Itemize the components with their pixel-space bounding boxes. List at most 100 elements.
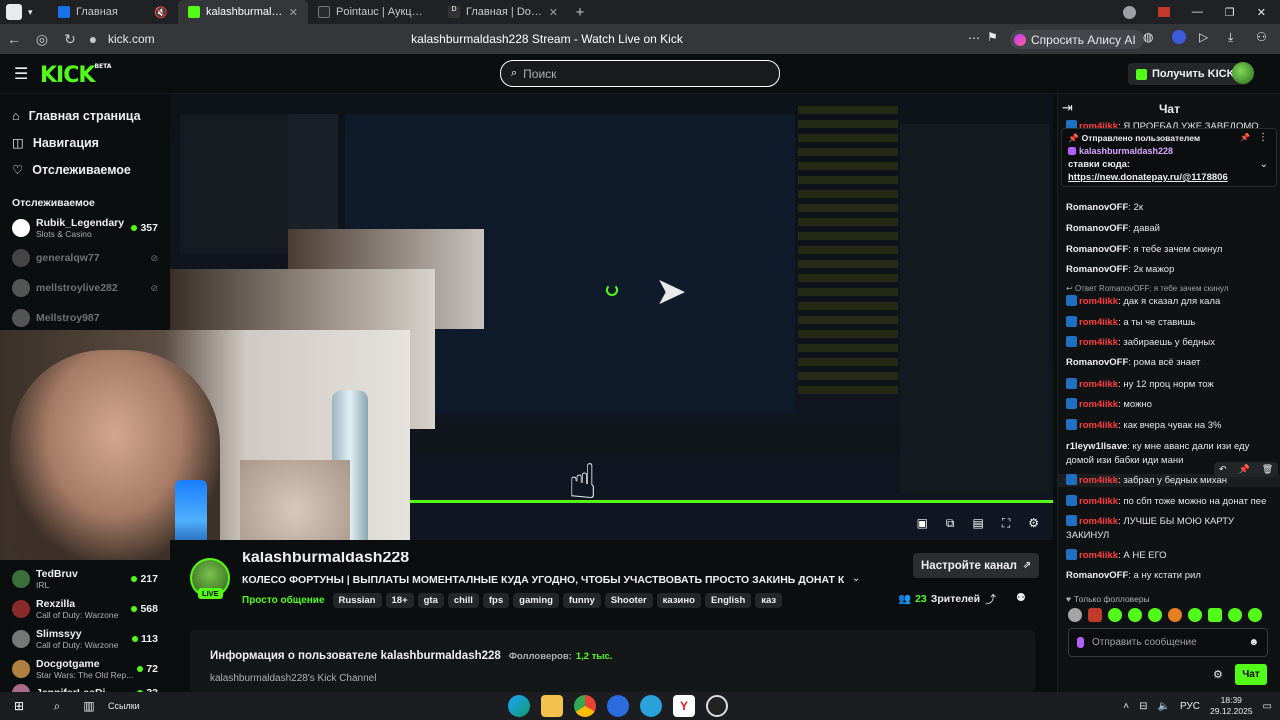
tag[interactable]: chill	[447, 593, 479, 608]
search-icon[interactable]: ⌕	[46, 695, 68, 717]
more-options-icon[interactable]: ⋮	[1258, 132, 1268, 143]
channel-name[interactable]: kalashburmaldash228	[242, 552, 409, 566]
more-icon[interactable]: ⋯	[968, 31, 980, 45]
emoji-icon[interactable]: ☻	[1248, 637, 1259, 648]
edge-icon[interactable]	[508, 695, 530, 717]
tag[interactable]: English	[704, 593, 752, 608]
browser-menu-button[interactable]: ▾	[0, 0, 48, 24]
chat-input[interactable]: Отправить сообщение ☻	[1068, 628, 1268, 657]
fullscreen-icon[interactable]: ⛶	[1002, 516, 1010, 531]
alice-button[interactable]: Спросить Алису AI	[1010, 30, 1144, 49]
telegram-icon[interactable]	[640, 695, 662, 717]
tag[interactable]: funny	[562, 593, 601, 608]
tag[interactable]: каз	[755, 593, 783, 608]
windows-start-icon[interactable]: ⊞	[8, 695, 30, 717]
pin-icon[interactable]: 📌	[1239, 464, 1250, 475]
unpin-icon[interactable]: 📌	[1240, 133, 1250, 142]
following-channel-rubik[interactable]: Rubik_Legendary Slots & Casino 357	[0, 213, 170, 243]
task-view-icon[interactable]: ▥	[78, 695, 100, 717]
sidebar-item-home[interactable]: ⌂ Главная страница	[0, 102, 170, 129]
pip-icon[interactable]: ⧉	[946, 516, 955, 531]
send-chat-button[interactable]: Чат	[1235, 664, 1267, 685]
emote-icon[interactable]	[1128, 608, 1142, 622]
profile-menu-icon[interactable]: ⚇	[1256, 30, 1267, 44]
tag[interactable]: Shooter	[604, 593, 653, 608]
following-channel-slimssyy[interactable]: Slimssyy Call of Duty: Warzone 113	[0, 624, 170, 654]
file-explorer-icon[interactable]	[541, 695, 563, 717]
close-tab-icon[interactable]: ✕	[289, 6, 298, 19]
media-icon[interactable]: ▷	[1199, 30, 1208, 44]
reply-icon[interactable]: ↶	[1219, 464, 1227, 475]
search-input[interactable]: Поиск	[523, 67, 556, 81]
mic-icon[interactable]	[1077, 637, 1084, 648]
sidebar-item-following[interactable]: ♡ Отслеживаемое	[0, 156, 170, 183]
setup-channel-button[interactable]: Настройте канал ⇗	[913, 553, 1040, 578]
network-icon[interactable]: ⊟	[1139, 701, 1147, 712]
yandex-browser-icon[interactable]: Y	[673, 695, 695, 717]
tab-pointauc[interactable]: Pointauc | Аукцион для ст	[308, 0, 438, 24]
links-toolbar[interactable]: Ссылки	[108, 701, 140, 711]
tag[interactable]: gaming	[513, 593, 559, 608]
theater-icon[interactable]: ▣	[917, 516, 928, 531]
new-tab-button[interactable]: +	[568, 4, 592, 21]
chat-settings-icon[interactable]: ⚙	[1213, 668, 1223, 681]
tab-kick-stream[interactable]: kalashburmaldash228 S ✕	[178, 0, 308, 24]
pinned-link[interactable]: https://new.donatepay.ru/@1178806	[1068, 172, 1228, 183]
emote-icon[interactable]	[1168, 608, 1182, 622]
bookmark-icon[interactable]: ⚑	[987, 30, 998, 44]
search-bar[interactable]: ⌕ Поиск	[500, 60, 780, 87]
emote-icon[interactable]	[1188, 608, 1202, 622]
tag[interactable]: Russian	[332, 593, 382, 608]
emote-icon[interactable]	[1148, 608, 1162, 622]
chrome-icon[interactable]	[574, 695, 596, 717]
settings-icon[interactable]: ⚙	[1028, 516, 1039, 531]
close-tab-icon[interactable]: ✕	[549, 6, 558, 19]
notifications-icon[interactable]	[1157, 7, 1170, 17]
sidebar-item-browse[interactable]: ◫ Навигация	[0, 129, 170, 156]
following-channel-tedbruv[interactable]: TedBruv IRL 217	[0, 564, 170, 594]
clock[interactable]: 18:39 29.12.2025	[1210, 695, 1253, 717]
minimize-icon[interactable]: —	[1192, 6, 1203, 18]
tag[interactable]: 18+	[385, 593, 414, 608]
emote-icon[interactable]	[1248, 608, 1262, 622]
obs-icon[interactable]	[706, 695, 728, 717]
emote-icon[interactable]	[1068, 608, 1082, 622]
downloads-icon[interactable]: ⤓	[1228, 30, 1233, 45]
following-channel-docgotgame[interactable]: Docgotgame Star Wars: The Old Rep... 72	[0, 654, 170, 684]
close-window-icon[interactable]: ✕	[1257, 6, 1266, 19]
tab-home[interactable]: Главная 🔇	[48, 0, 178, 24]
emote-icon[interactable]	[1208, 608, 1222, 622]
tray-chevron-icon[interactable]: ˄	[1123, 701, 1129, 712]
tab-donatepay[interactable]: D Главная | DonatePay ✕	[438, 0, 568, 24]
language-indicator[interactable]: РУС	[1180, 701, 1200, 712]
emote-icon[interactable]	[1108, 608, 1122, 622]
share-icon[interactable]: ⤴	[985, 591, 996, 607]
volume-icon[interactable]: 🔈	[1158, 701, 1170, 712]
hamburger-menu-icon[interactable]: ☰	[14, 64, 28, 84]
extension-icon[interactable]	[1172, 30, 1186, 44]
chevron-down-icon[interactable]: ⌄	[1260, 159, 1268, 170]
kick-logo[interactable]: KICKBETA	[40, 63, 111, 88]
restore-icon[interactable]: ❐	[1225, 6, 1235, 19]
delete-icon[interactable]: 🗑	[1262, 464, 1273, 475]
tag[interactable]: gta	[417, 593, 444, 608]
profile-icon[interactable]	[1122, 5, 1136, 19]
following-channel-generalqw77[interactable]: generalqw77 ⊘	[0, 243, 170, 273]
category-link[interactable]: Просто общение	[242, 595, 325, 606]
emote-icon[interactable]	[1088, 608, 1102, 622]
notification-center-icon[interactable]: ▭	[1263, 701, 1272, 712]
following-channel-mellstroylive282[interactable]: mellstroylive282 ⊘	[0, 273, 170, 303]
expand-title-icon[interactable]: ⌄	[852, 573, 860, 584]
following-channel-rexzilla[interactable]: Rexzilla Call of Duty: Warzone 568	[0, 594, 170, 624]
tag[interactable]: казино	[656, 593, 701, 608]
clip-icon[interactable]: ▤	[972, 516, 983, 531]
follow-user-icon[interactable]: ⚉	[1016, 591, 1026, 604]
app-check-icon[interactable]	[607, 695, 629, 717]
tag[interactable]: fps	[482, 593, 510, 608]
emote-icon[interactable]	[1228, 608, 1242, 622]
get-kicks-button[interactable]: Получить KICKs	[1128, 63, 1249, 85]
translate-icon[interactable]: ◍	[1143, 30, 1153, 44]
following-channel-mellstroy987[interactable]: Mellstroy987	[0, 303, 170, 333]
user-avatar[interactable]	[1232, 62, 1254, 84]
mute-icon[interactable]: 🔇	[154, 6, 168, 19]
